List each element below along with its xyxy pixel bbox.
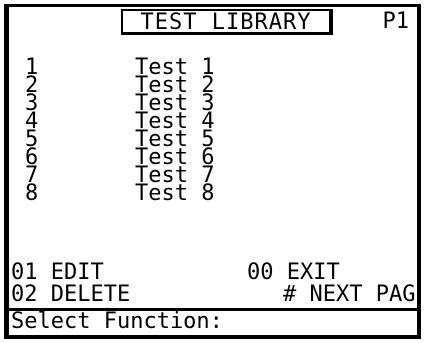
item-name: Test 8 bbox=[135, 181, 215, 206]
edit-option[interactable]: 01 EDIT bbox=[11, 262, 104, 284]
page-indicator: P1 bbox=[382, 9, 410, 34]
delete-option[interactable]: 02 DELETE bbox=[11, 284, 130, 306]
exit-option[interactable]: 00 EXIT bbox=[247, 262, 340, 284]
prompt-bar: Select Function: bbox=[9, 308, 417, 335]
function-menu: 01 EDIT 02 DELETE 00 EXIT # NEXT PAGE Se… bbox=[9, 262, 417, 335]
display-screen: TEST LIBRARY P1 1 Test 1 2 Test 2 3 Test… bbox=[4, 4, 421, 339]
item-number: 8 bbox=[25, 181, 39, 206]
next-page-option[interactable]: # NEXT PAGE bbox=[283, 284, 417, 306]
screen-title: TEST LIBRARY bbox=[121, 9, 333, 35]
select-function-prompt[interactable]: Select Function: bbox=[11, 311, 223, 333]
